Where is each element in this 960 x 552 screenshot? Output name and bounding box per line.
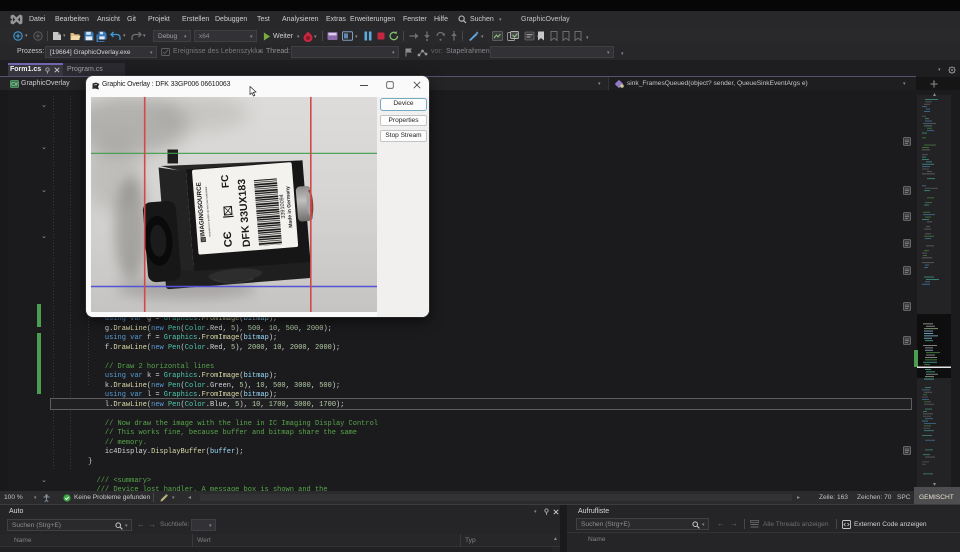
svg-text:CЄ: CЄ (222, 230, 235, 247)
svg-text:FC: FC (220, 174, 232, 188)
svg-text:C#: C# (11, 82, 18, 88)
